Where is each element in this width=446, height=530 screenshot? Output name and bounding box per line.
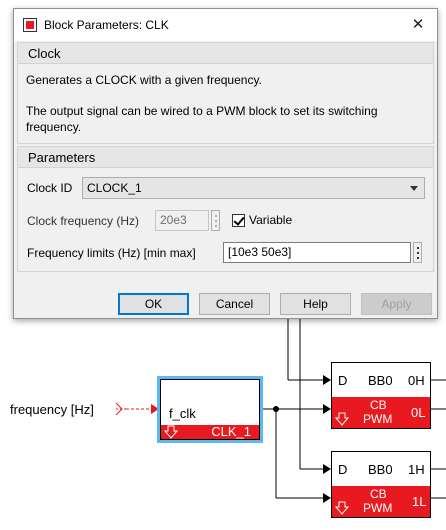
close-icon[interactable]: ✕ — [405, 13, 431, 37]
down-arrow-icon — [335, 412, 349, 426]
down-arrow-icon — [164, 425, 178, 439]
pwm-bottom-high-port: 1H — [408, 462, 425, 477]
clk-output-name: CLK_1 — [211, 424, 251, 439]
pwm-top-red-area: CB PWM 0L — [332, 397, 430, 428]
block-parameters-dialog: Block Parameters: CLK ✕ Clock Generates … — [13, 8, 438, 319]
clock-id-dropdown[interactable]: CLOCK_1 — [82, 177, 425, 199]
frequency-limits-field[interactable]: [10e3 50e3] — [223, 242, 411, 263]
clock-group: Clock Generates a CLOCK with a given fre… — [17, 42, 434, 144]
input-signal-label: frequency [Hz] — [10, 402, 94, 417]
parameters-group: Parameters Clock ID CLOCK_1 Clock freque… — [17, 146, 434, 272]
clock-id-value: CLOCK_1 — [87, 181, 142, 195]
clock-frequency-field[interactable]: 20e3 — [155, 210, 209, 231]
pwm-top-port-d: D — [338, 373, 348, 388]
pwm-bottom-low-port: 1L — [412, 494, 427, 509]
help-button[interactable]: Help — [280, 293, 351, 315]
clk-block[interactable]: f_clk CLK_1 — [157, 376, 263, 443]
pwm-bottom-pwm: PWM — [363, 501, 393, 515]
clock-description-1: Generates a CLOCK with a given frequency… — [26, 73, 262, 87]
variable-label: Variable — [249, 213, 293, 227]
pwm-block-bottom[interactable]: D BB0 1H CB PWM 1L — [331, 451, 431, 518]
clock-frequency-value: 20e3 — [160, 213, 187, 227]
parameters-group-legend: Parameters — [18, 147, 433, 168]
ok-button[interactable]: OK — [118, 293, 189, 315]
variable-checkbox[interactable] — [232, 214, 245, 227]
pwm-top-signal: BB0 — [368, 373, 393, 388]
frequency-limits-value: [10e3 50e3] — [228, 245, 292, 259]
chevron-down-icon — [410, 186, 418, 191]
clock-description-2: The output signal can be wired to a PWM … — [26, 104, 378, 134]
dialog-title: Block Parameters: CLK — [44, 18, 169, 32]
clk-output-bar: CLK_1 — [161, 424, 259, 439]
pwm-top-cb: CB — [370, 398, 387, 412]
frequency-limits-label: Frequency limits (Hz) [min max] — [27, 246, 196, 260]
pwm-bottom-signal: BB0 — [368, 462, 393, 477]
checkmark-icon — [233, 214, 245, 226]
pwm-bottom-red-area: CB PWM 1L — [332, 486, 430, 517]
clock-frequency-more-icon[interactable] — [211, 210, 220, 231]
dialog-titlebar[interactable]: Block Parameters: CLK ✕ — [14, 9, 437, 41]
frequency-limits-more-icon[interactable] — [413, 242, 422, 263]
clock-frequency-label: Clock frequency (Hz) — [27, 214, 140, 228]
clock-group-legend: Clock — [18, 43, 433, 64]
simulink-block-icon — [23, 18, 37, 32]
clk-input-port-label: f_clk — [169, 406, 196, 421]
apply-button[interactable]: Apply — [361, 293, 432, 315]
pwm-top-pwm: PWM — [363, 412, 393, 426]
pwm-top-high-port: 0H — [408, 373, 425, 388]
pwm-bottom-port-d: D — [338, 462, 348, 477]
pwm-bottom-cb: CB — [370, 487, 387, 501]
cancel-button[interactable]: Cancel — [199, 293, 270, 315]
pwm-top-low-port: 0L — [411, 405, 426, 420]
clock-id-label: Clock ID — [27, 181, 73, 195]
down-arrow-icon — [335, 501, 349, 515]
pwm-block-top[interactable]: D BB0 0H CB PWM 0L — [331, 362, 431, 429]
